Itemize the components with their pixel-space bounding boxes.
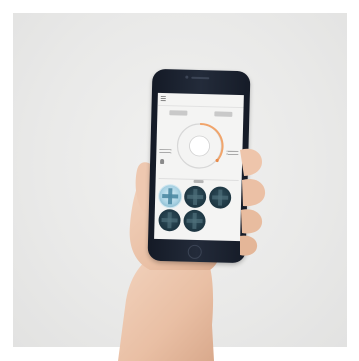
- finger: [241, 209, 263, 234]
- product-photo: [0, 0, 359, 361]
- finger: [242, 178, 266, 207]
- finger: [240, 235, 258, 256]
- finger: [240, 148, 262, 176]
- fingers: [240, 148, 266, 256]
